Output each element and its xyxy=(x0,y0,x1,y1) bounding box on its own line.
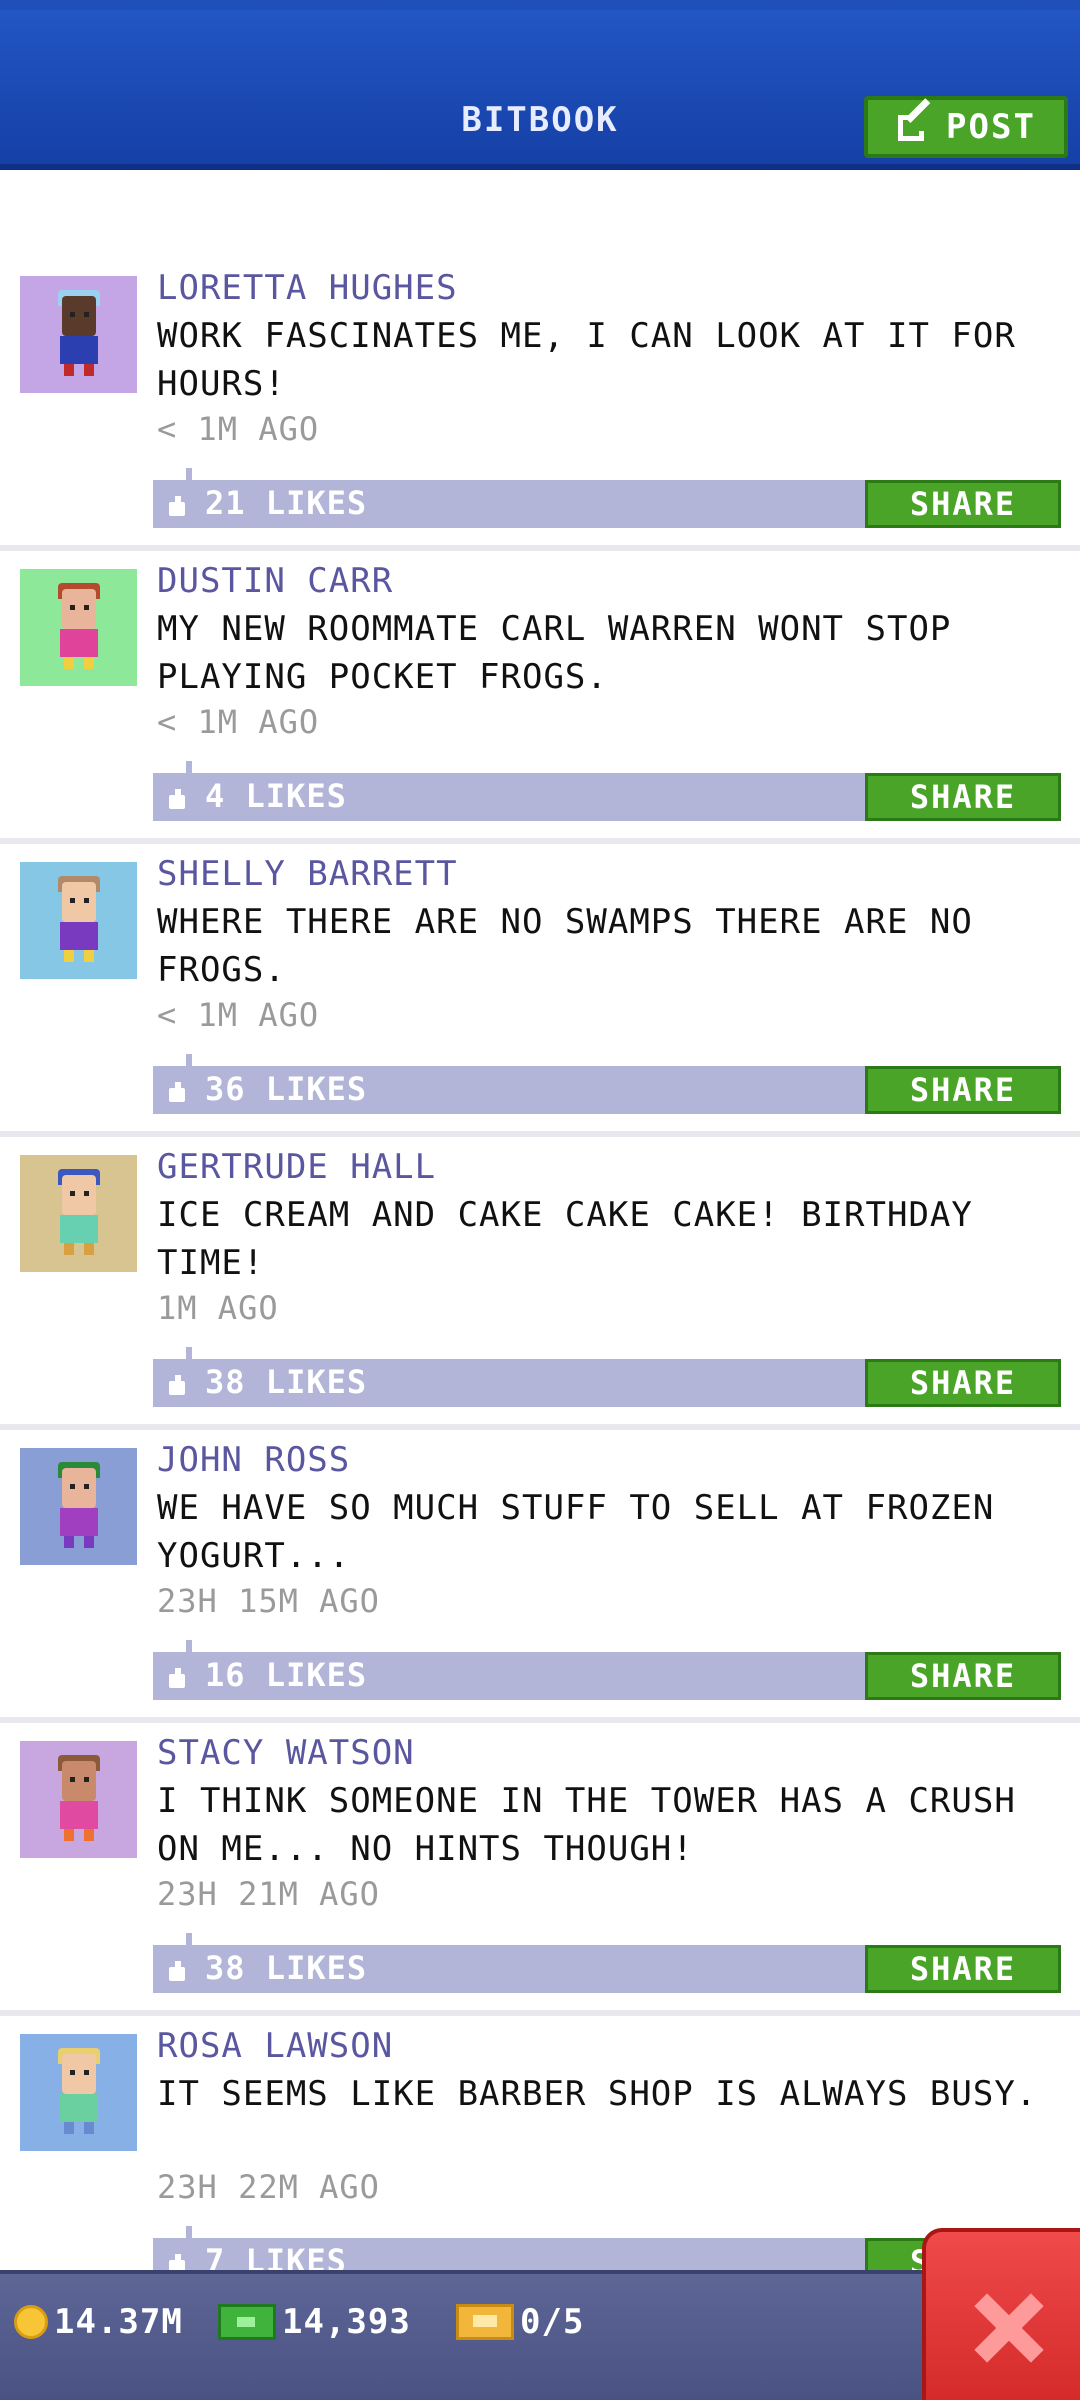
post-message: IT SEEMS LIKE BARBER SHOP IS ALWAYS BUSY… xyxy=(157,2074,1038,2114)
likes-bar: 38 LIKES SHARE xyxy=(153,1347,1061,1407)
likes-count: 4 LIKES xyxy=(205,777,347,815)
list-item: GERTRUDE HALL ICE CREAM AND CAKE CAKE CA… xyxy=(0,1145,1080,1433)
post-time: < 1M AGO xyxy=(157,703,320,741)
avatar[interactable] xyxy=(20,862,137,979)
post-message: WHERE THERE ARE NO SWAMPS THERE ARE NO F… xyxy=(157,902,973,990)
like-icon[interactable] xyxy=(167,1957,185,1981)
author-name: SHELLY BARRETT xyxy=(157,854,458,894)
list-item: SHELLY BARRETT WHERE THERE ARE NO SWAMPS… xyxy=(0,852,1080,1140)
likes-bar: 38 LIKES SHARE xyxy=(153,1933,1061,1993)
list-item: STACY WATSON I THINK SOMEONE IN THE TOWE… xyxy=(0,1731,1080,2019)
avatar[interactable] xyxy=(20,1741,137,1858)
author-name: ROSA LAWSON xyxy=(157,2026,394,2066)
list-item: JOHN ROSS WE HAVE SO MUCH STUFF TO SELL … xyxy=(0,1438,1080,1726)
share-button[interactable]: SHARE xyxy=(865,480,1061,528)
list-item: ROSA LAWSON IT SEEMS LIKE BARBER SHOP IS… xyxy=(0,2024,1080,2312)
likes-count: 16 LIKES xyxy=(205,1656,368,1694)
share-button[interactable]: SHARE xyxy=(865,773,1061,821)
share-button[interactable]: SHARE xyxy=(865,1359,1061,1407)
likes-bar: 16 LIKES SHARE xyxy=(153,1640,1061,1700)
post-time: < 1M AGO xyxy=(157,996,320,1034)
post-message: WORK FASCINATES ME, I CAN LOOK AT IT FOR… xyxy=(157,316,1016,404)
like-icon[interactable] xyxy=(167,1078,185,1102)
post-message: ICE CREAM AND CAKE CAKE CAKE! BIRTHDAY T… xyxy=(157,1195,973,1283)
share-button[interactable]: SHARE xyxy=(865,1652,1061,1700)
likes-bar: 4 LIKES SHARE xyxy=(153,761,1061,821)
like-icon[interactable] xyxy=(167,1664,185,1688)
post-message: I THINK SOMEONE IN THE TOWER HAS A CRUSH… xyxy=(157,1781,1016,1869)
like-icon[interactable] xyxy=(167,492,185,516)
divider xyxy=(0,2010,1080,2016)
like-icon[interactable] xyxy=(167,785,185,809)
coins-value: 14.37M xyxy=(54,2302,183,2342)
post-button-label: POST xyxy=(946,107,1036,147)
list-item: LORETTA HUGHES WORK FASCINATES ME, I CAN… xyxy=(0,266,1080,554)
resource-bar: 14.37M 14,393 0/5 xyxy=(0,2270,1080,2400)
likes-count: 21 LIKES xyxy=(205,484,368,522)
avatar[interactable] xyxy=(20,1155,137,1272)
tickets-stat[interactable]: 0/5 xyxy=(456,2298,584,2346)
coins-stat[interactable]: 14.37M xyxy=(14,2298,183,2346)
close-button[interactable] xyxy=(922,2228,1080,2400)
post-time: < 1M AGO xyxy=(157,410,320,448)
avatar[interactable] xyxy=(20,569,137,686)
author-name: STACY WATSON xyxy=(157,1733,415,1773)
post-time: 23H 15M AGO xyxy=(157,1582,380,1620)
post-button[interactable]: POST xyxy=(864,96,1068,158)
post-time: 1M AGO xyxy=(157,1289,279,1327)
post-message: WE HAVE SO MUCH STUFF TO SELL AT FROZEN … xyxy=(157,1488,995,1576)
divider xyxy=(0,1131,1080,1137)
likes-bar: 36 LIKES SHARE xyxy=(153,1054,1061,1114)
divider xyxy=(0,545,1080,551)
avatar[interactable] xyxy=(20,2034,137,2151)
tickets-value: 0/5 xyxy=(520,2302,585,2342)
bux-stat[interactable]: 14,393 xyxy=(218,2298,411,2346)
like-icon[interactable] xyxy=(167,1371,185,1395)
author-name: JOHN ROSS xyxy=(157,1440,351,1480)
ticket-icon xyxy=(456,2304,514,2340)
close-icon xyxy=(974,2292,1044,2363)
bux-value: 14,393 xyxy=(282,2302,411,2342)
edit-icon xyxy=(896,98,932,145)
avatar[interactable] xyxy=(20,276,137,393)
list-item: DUSTIN CARR MY NEW ROOMMATE CARL WARREN … xyxy=(0,559,1080,847)
likes-bar: 21 LIKES SHARE xyxy=(153,468,1061,528)
share-button[interactable]: SHARE xyxy=(865,1066,1061,1114)
author-name: GERTRUDE HALL xyxy=(157,1147,437,1187)
post-time: 23H 22M AGO xyxy=(157,2168,380,2206)
likes-count: 38 LIKES xyxy=(205,1949,368,1987)
post-message: MY NEW ROOMMATE CARL WARREN WONT STOP PL… xyxy=(157,609,952,697)
author-name: LORETTA HUGHES xyxy=(157,268,458,308)
divider xyxy=(0,838,1080,844)
likes-count: 36 LIKES xyxy=(205,1070,368,1108)
bux-icon xyxy=(218,2304,276,2340)
divider xyxy=(0,1424,1080,1430)
author-name: DUSTIN CARR xyxy=(157,561,394,601)
coin-icon xyxy=(14,2305,48,2339)
avatar[interactable] xyxy=(20,1448,137,1565)
likes-count: 38 LIKES xyxy=(205,1363,368,1401)
post-time: 23H 21M AGO xyxy=(157,1875,380,1913)
share-button[interactable]: SHARE xyxy=(865,1945,1061,1993)
divider xyxy=(0,1717,1080,1723)
app-header: BITBOOK POST xyxy=(0,0,1080,170)
